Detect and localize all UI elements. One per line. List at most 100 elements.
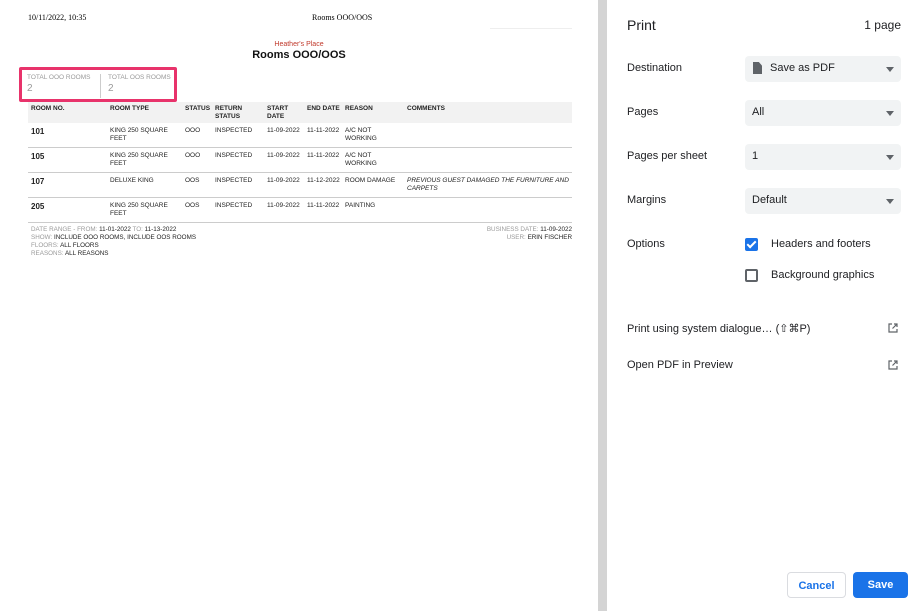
- table-row: 107 DELUXE KING OOS INSPECTED 11-09-2022…: [28, 173, 572, 198]
- cell-start-date: 11-09-2022: [267, 152, 300, 159]
- cell-status: OOO: [185, 127, 201, 134]
- headers-footers-checkbox[interactable]: [745, 238, 758, 251]
- total-ooo-value: 2: [27, 83, 33, 94]
- destination-label: Destination: [627, 62, 683, 74]
- cancel-button[interactable]: Cancel: [787, 572, 846, 598]
- margins-label: Margins: [627, 194, 667, 206]
- cell-reason: A/C NOT WORKING: [345, 152, 377, 167]
- page-count: 1 page: [864, 18, 901, 32]
- reasons-label: REASONS:: [31, 250, 64, 257]
- print-title: Print: [627, 17, 656, 33]
- cell-status: OOO: [185, 152, 201, 159]
- table-row: 105 KING 250 SQUARE FEET OOO INSPECTED 1…: [28, 148, 572, 173]
- cell-end-date: 11-11-2022: [307, 152, 340, 159]
- cell-return-status: INSPECTED: [215, 202, 253, 209]
- cell-return-status: INSPECTED: [215, 152, 253, 159]
- file-icon: [753, 62, 762, 74]
- date-range-label: DATE RANGE - FROM:: [31, 226, 98, 233]
- cell-comments: PREVIOUS GUEST DAMAGED THE FURNITURE AND…: [407, 177, 569, 192]
- external-link-icon[interactable]: [888, 323, 898, 333]
- cell-room: 101: [31, 127, 45, 136]
- total-ooo-label: TOTAL OOO ROOMS: [27, 74, 91, 81]
- cell-return-status: INSPECTED: [215, 177, 253, 184]
- report-title: Rooms OOO/OOS: [252, 49, 346, 61]
- col-end-date: END DATE: [307, 105, 340, 112]
- background-graphics-label[interactable]: Background graphics: [771, 269, 874, 281]
- cell-room-type: KING 250 SQUARE FEET: [110, 127, 168, 142]
- cell-reason: A/C NOT WORKING: [345, 127, 377, 142]
- pages-label: Pages: [627, 106, 659, 118]
- print-preview: 10/11/2022, 10:35 Rooms OOO/OOS Heather'…: [0, 0, 598, 611]
- cell-end-date: 11-12-2022: [307, 177, 340, 184]
- pages-per-sheet-value: 1: [752, 150, 759, 162]
- show-label: SHOW:: [31, 234, 53, 241]
- show-value: INCLUDE OOO ROOMS, INCLUDE OOS ROOMS: [53, 234, 197, 241]
- col-comments: COMMENTS: [407, 105, 445, 112]
- total-oos-value: 2: [108, 83, 114, 94]
- print-settings-panel: Print 1 page Destination Save as PDF Pag…: [607, 0, 920, 611]
- floors-label: FLOORS:: [31, 242, 59, 249]
- cell-end-date: 11-11-2022: [307, 127, 340, 134]
- margins-value: Default: [752, 194, 787, 206]
- cell-reason: ROOM DAMAGE: [345, 177, 396, 184]
- date-to: 11-13-2022: [144, 226, 177, 233]
- preview-scrollbar[interactable]: [598, 0, 607, 611]
- business-date-label: BUSINESS DATE:: [486, 226, 539, 233]
- cell-room: 107: [31, 177, 45, 186]
- cell-start-date: 11-09-2022: [267, 177, 300, 184]
- cell-room: 105: [31, 152, 45, 161]
- chevron-down-icon: [886, 111, 894, 116]
- totals-highlight-box: [19, 67, 177, 102]
- user-label: USER:: [506, 234, 526, 241]
- doc-header-date: 10/11/2022, 10:35: [28, 13, 87, 22]
- header-divider: [490, 28, 572, 29]
- reasons-value: ALL REASONS: [64, 250, 109, 257]
- totals-divider: [100, 74, 101, 98]
- open-pdf-preview-link[interactable]: Open PDF in Preview: [627, 359, 733, 371]
- report-filters: DATE RANGE - FROM: 11-01-2022 TO: 11-13-…: [31, 226, 196, 258]
- pages-value: All: [752, 106, 765, 118]
- cell-start-date: 11-09-2022: [267, 127, 300, 134]
- col-reason: REASON: [345, 105, 373, 112]
- floors-value: ALL FLOORS: [60, 242, 99, 249]
- cell-reason: PAINTING: [345, 202, 376, 209]
- table-row: 101 KING 250 SQUARE FEET OOO INSPECTED 1…: [28, 123, 572, 148]
- cell-status: OOS: [185, 177, 200, 184]
- user-name: ERIN FISCHER: [527, 234, 572, 241]
- pages-per-sheet-select[interactable]: 1: [745, 144, 901, 170]
- table-header: ROOM NO. ROOM TYPE STATUS RETURN STATUS …: [28, 102, 572, 123]
- rooms-table: ROOM NO. ROOM TYPE STATUS RETURN STATUS …: [28, 102, 572, 223]
- cell-start-date: 11-09-2022: [267, 202, 300, 209]
- pages-select[interactable]: All: [745, 100, 901, 126]
- col-room-type: ROOM TYPE: [110, 105, 150, 112]
- headers-footers-label[interactable]: Headers and footers: [771, 238, 871, 250]
- col-start-date: START DATE: [267, 105, 289, 120]
- system-dialogue-link[interactable]: Print using system dialogue… (⇧⌘P): [627, 322, 810, 335]
- date-from: 11-01-2022: [99, 226, 131, 233]
- cell-end-date: 11-11-2022: [307, 202, 340, 209]
- pages-per-sheet-label: Pages per sheet: [627, 150, 708, 162]
- business-date: 11-09-2022: [540, 226, 572, 233]
- doc-header-title: Rooms OOO/OOS: [312, 13, 373, 22]
- cell-status: OOS: [185, 202, 200, 209]
- cell-return-status: INSPECTED: [215, 127, 253, 134]
- table-row: 205 KING 250 SQUARE FEET OOS INSPECTED 1…: [28, 198, 572, 223]
- to-label: TO:: [132, 226, 143, 233]
- report-meta: BUSINESS DATE: 11-09-2022 USER: ERIN FIS…: [487, 226, 572, 242]
- cell-room-type: KING 250 SQUARE FEET: [110, 202, 168, 217]
- col-status: STATUS: [185, 105, 211, 112]
- cell-room-type: KING 250 SQUARE FEET: [110, 152, 168, 167]
- chevron-down-icon: [886, 155, 894, 160]
- destination-value: Save as PDF: [770, 62, 835, 74]
- destination-select[interactable]: Save as PDF: [745, 56, 901, 82]
- external-link-icon[interactable]: [888, 360, 898, 370]
- chevron-down-icon: [886, 67, 894, 72]
- options-label: Options: [627, 238, 665, 250]
- margins-select[interactable]: Default: [745, 188, 901, 214]
- chevron-down-icon: [886, 199, 894, 204]
- total-oos-label: TOTAL OOS ROOMS: [108, 74, 171, 81]
- save-button[interactable]: Save: [853, 572, 908, 598]
- background-graphics-checkbox[interactable]: [745, 269, 758, 282]
- col-return-status: RETURN STATUS: [215, 105, 243, 120]
- property-name: Heather's Place: [274, 41, 324, 48]
